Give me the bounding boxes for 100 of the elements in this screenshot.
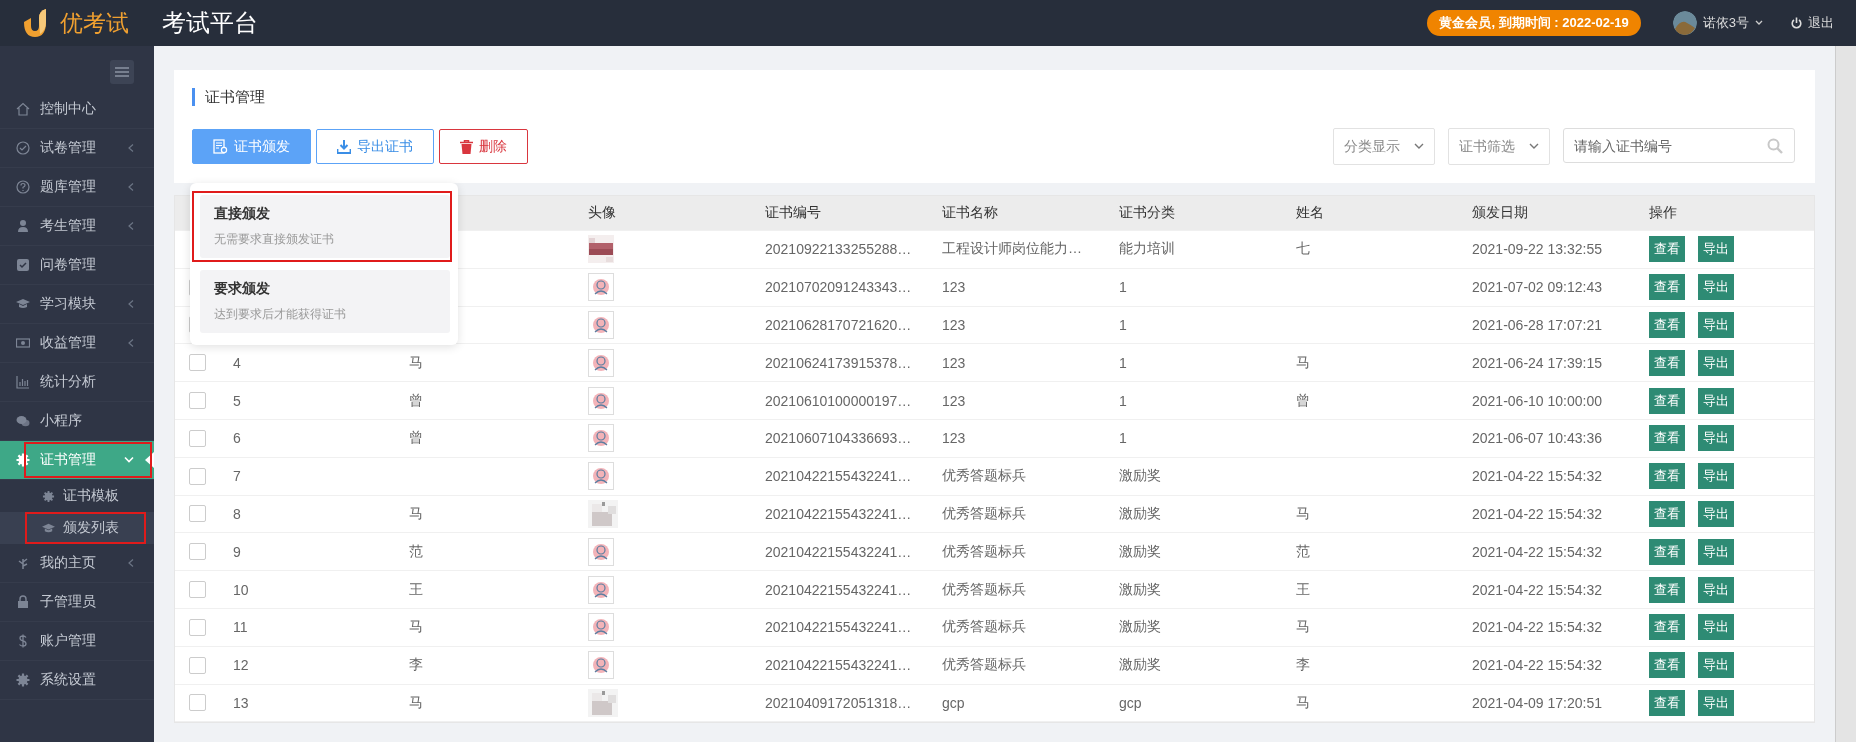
export-row-button[interactable]: 导出: [1698, 312, 1734, 338]
table-cell: 20210422155432241…: [765, 468, 912, 485]
export-row-button[interactable]: 导出: [1698, 236, 1734, 263]
checkbox[interactable]: [189, 618, 206, 636]
table-cell: 曾: [409, 429, 423, 448]
table-cell: 2021-04-22 15:54:32: [1472, 581, 1602, 598]
checkbox[interactable]: [189, 581, 206, 599]
table-cell: 2021-04-22 15:54:32: [1472, 468, 1602, 485]
table-cell: gcp: [1119, 694, 1142, 711]
table-cell: 2021-04-22 15:54:32: [1472, 543, 1602, 560]
checkbox[interactable]: [189, 656, 206, 674]
table-cell: 2021-07-02 09:12:43: [1472, 279, 1602, 296]
table-cell: 王: [409, 580, 423, 599]
checkbox[interactable]: [189, 354, 206, 372]
checkbox[interactable]: [189, 429, 206, 447]
table-cell: 20210702091243343…: [765, 279, 912, 296]
filter-select[interactable]: 证书筛选: [1448, 128, 1550, 165]
export-row-button[interactable]: 导出: [1698, 349, 1734, 376]
question-icon: [16, 180, 30, 194]
avatar-icon: [588, 424, 614, 453]
view-button[interactable]: 查看: [1649, 312, 1685, 338]
export-row-button[interactable]: 导出: [1698, 614, 1734, 641]
export-row-button[interactable]: 导出: [1698, 463, 1734, 490]
view-button[interactable]: 查看: [1649, 500, 1685, 527]
checkbox[interactable]: [189, 505, 206, 523]
checkbox[interactable]: [189, 467, 206, 485]
table-cell: 优秀答题标兵: [942, 504, 1026, 523]
sidebar-item[interactable]: 证书管理: [0, 441, 154, 480]
checkbox[interactable]: [189, 694, 206, 712]
table-cell: 9: [233, 543, 241, 560]
export-button[interactable]: 导出证书: [316, 129, 434, 164]
option-description: 无需要求直接颁发证书: [214, 231, 335, 248]
chevron-down-icon: [1529, 143, 1539, 150]
chevron-left-icon: [128, 221, 134, 231]
table-cell: 优秀答题标兵: [942, 618, 1026, 637]
issue-button[interactable]: 证书颁发: [192, 129, 311, 164]
leaf-icon: [16, 556, 30, 570]
export-row-button[interactable]: 导出: [1698, 425, 1734, 452]
table-cell: 曾: [1296, 391, 1310, 410]
table-cell: 1: [1119, 317, 1127, 333]
trash-icon: [460, 139, 473, 154]
user-name[interactable]: 诺依3号: [1702, 14, 1749, 32]
table-cell: 1: [1119, 430, 1127, 447]
export-row-button[interactable]: 导出: [1698, 538, 1734, 565]
view-button[interactable]: 查看: [1649, 425, 1685, 452]
table-cell: 范: [409, 542, 423, 561]
table-cell: 20210610100000197…: [765, 392, 912, 409]
scrollbar[interactable]: [1835, 46, 1856, 742]
logo-text: 优考试: [60, 8, 129, 38]
view-button[interactable]: 查看: [1649, 652, 1685, 679]
table-cell: 11: [233, 619, 248, 636]
dollar-icon: [16, 634, 30, 648]
logout-link[interactable]: 退出: [1808, 14, 1834, 32]
checkbox-icon: [16, 258, 30, 272]
checkbox[interactable]: [189, 543, 206, 561]
search-field[interactable]: 请输入证书编号: [1563, 128, 1795, 163]
active-pointer-icon: [145, 452, 154, 468]
filter-select[interactable]: 分类显示: [1333, 128, 1435, 165]
table-cell: 马: [409, 353, 423, 372]
export-row-button[interactable]: 导出: [1698, 500, 1734, 527]
sidebar-subitem[interactable]: 证书模板: [0, 480, 154, 512]
table-cell: 8: [233, 505, 241, 522]
option-title: 要求颁发: [214, 280, 271, 298]
chat-icon: [16, 414, 30, 428]
option-title: 直接颁发: [214, 205, 271, 223]
table-cell: 2021-04-09 17:20:51: [1472, 694, 1602, 711]
menu-toggle-icon[interactable]: [110, 60, 134, 84]
table-cell: 优秀答题标兵: [942, 467, 1026, 486]
home-icon: [16, 102, 30, 116]
sidebar-subitem[interactable]: 颁发列表: [0, 512, 154, 544]
export-row-button[interactable]: 导出: [1698, 387, 1734, 414]
avatar-icon: [588, 651, 614, 680]
view-button[interactable]: 查看: [1649, 689, 1685, 716]
avatar-icon: [588, 613, 614, 642]
export-row-button[interactable]: 导出: [1698, 689, 1734, 716]
user-avatar[interactable]: [1672, 11, 1697, 35]
export-row-button[interactable]: 导出: [1698, 652, 1734, 679]
column-header: 操作: [1649, 204, 1677, 222]
export-row-button[interactable]: 导出: [1698, 274, 1734, 301]
chevron-left-icon: [128, 299, 134, 309]
view-button[interactable]: 查看: [1649, 387, 1685, 414]
avatar-icon: [588, 273, 614, 302]
view-button[interactable]: 查看: [1649, 349, 1685, 376]
checkbox[interactable]: [189, 392, 206, 410]
export-row-button[interactable]: 导出: [1698, 576, 1734, 603]
view-button[interactable]: 查看: [1649, 236, 1685, 263]
power-icon: [1791, 17, 1802, 29]
table-cell: 李: [409, 656, 423, 675]
view-button[interactable]: 查看: [1649, 274, 1685, 301]
avatar-icon: [588, 386, 614, 415]
table-cell: 20210409172051318…: [765, 694, 912, 711]
view-button[interactable]: 查看: [1649, 576, 1685, 603]
dropdown-option[interactable]: 要求颁发 达到要求后才能获得证书: [200, 270, 450, 333]
view-button[interactable]: 查看: [1649, 538, 1685, 565]
view-button[interactable]: 查看: [1649, 463, 1685, 490]
table-cell: 2021-09-22 13:32:55: [1472, 241, 1602, 258]
view-button[interactable]: 查看: [1649, 614, 1685, 641]
download-icon: [337, 139, 351, 154]
table-cell: 激励奖: [1119, 504, 1161, 523]
delete-button[interactable]: 删除: [439, 129, 528, 164]
